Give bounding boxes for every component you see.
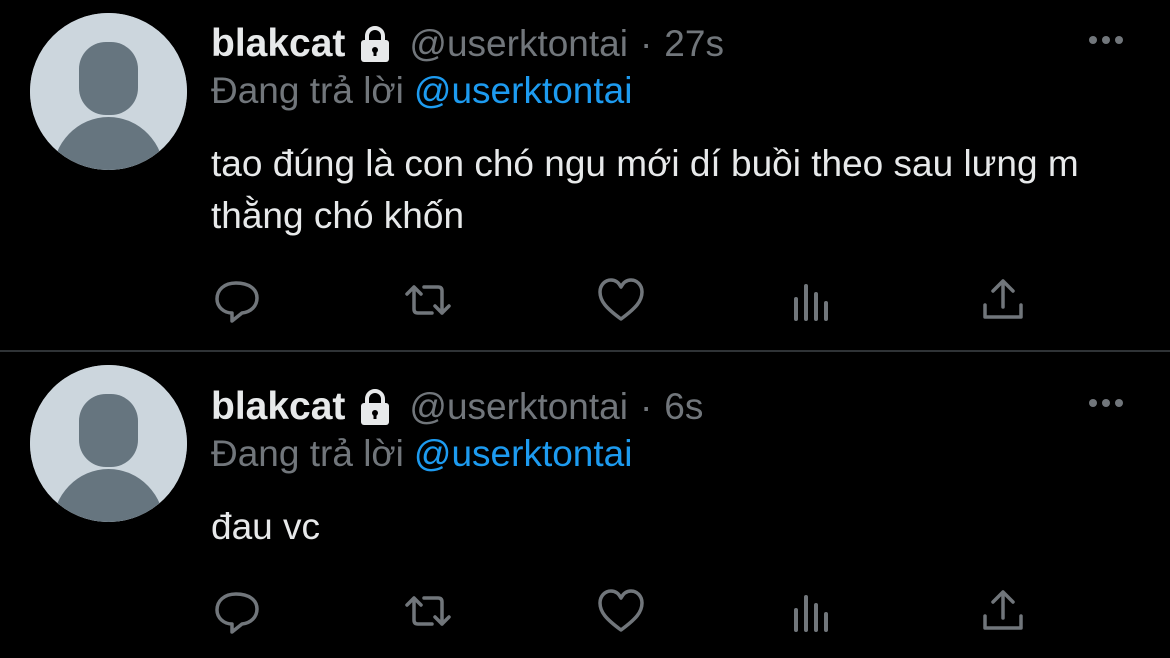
stats-icon[interactable] — [787, 586, 837, 636]
timestamp[interactable]: 6s — [664, 386, 703, 428]
tweet-actions — [0, 275, 1170, 325]
stats-icon[interactable] — [787, 275, 837, 325]
more-icon[interactable] — [1086, 30, 1126, 50]
default-avatar-icon — [30, 13, 187, 170]
retweet-icon[interactable] — [403, 275, 453, 325]
default-avatar-icon — [30, 365, 187, 522]
retweet-icon[interactable] — [403, 586, 453, 636]
avatar[interactable] — [30, 365, 187, 522]
tweet-text: đau vc — [211, 506, 321, 547]
tweet[interactable]: blakcat @userktontai · 6s Đang trả lời @u… — [0, 352, 1170, 658]
replying-to-handle-link[interactable]: @userktontai — [414, 433, 633, 474]
display-name[interactable]: blakcat — [211, 385, 345, 429]
replying-to: Đang trả lời @userktontai — [211, 70, 632, 112]
tweet-actions — [0, 586, 1170, 636]
share-icon[interactable] — [978, 586, 1028, 636]
reply-icon[interactable] — [212, 586, 262, 636]
replying-to: Đang trả lời @userktontai — [211, 433, 632, 475]
separator-dot: · — [639, 23, 653, 64]
replying-to-label: Đang trả lời — [211, 70, 404, 111]
replying-to-label: Đang trả lời — [211, 433, 404, 474]
lock-icon — [355, 24, 395, 64]
heart-icon[interactable] — [596, 275, 646, 325]
reply-icon[interactable] — [212, 275, 262, 325]
share-icon[interactable] — [978, 275, 1028, 325]
tweet-header: blakcat @userktontai · 27s — [211, 20, 724, 68]
avatar[interactable] — [30, 13, 187, 170]
tweet[interactable]: blakcat @userktontai · 27s Đang trả lời @… — [0, 0, 1170, 350]
lock-icon — [355, 387, 395, 427]
user-handle[interactable]: @userktontai — [409, 23, 628, 65]
user-handle[interactable]: @userktontai — [409, 386, 628, 428]
replying-to-handle-link[interactable]: @userktontai — [414, 70, 633, 111]
separator-dot: · — [639, 386, 653, 427]
heart-icon[interactable] — [596, 586, 646, 636]
tweet-text: tao đúng là con chó ngu mới dí buồi theo… — [211, 143, 1079, 236]
more-icon[interactable] — [1086, 393, 1126, 413]
tweet-header: blakcat @userktontai · 6s — [211, 383, 703, 431]
display-name[interactable]: blakcat — [211, 22, 345, 66]
timestamp[interactable]: 27s — [664, 23, 724, 65]
